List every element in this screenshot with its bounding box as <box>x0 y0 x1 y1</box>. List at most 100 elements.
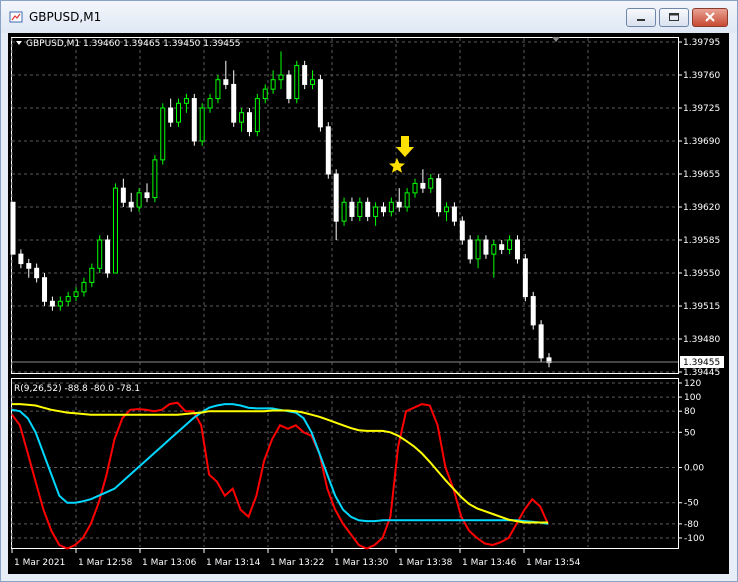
candle <box>270 70 276 94</box>
time-label: 1 Mar 13:30 <box>334 558 389 568</box>
time-label: 1 Mar 12:58 <box>78 558 133 568</box>
candle <box>246 108 252 137</box>
minimize-icon <box>637 19 645 21</box>
candle <box>522 254 528 302</box>
candle <box>144 183 150 203</box>
time-label: 1 Mar 13:38 <box>398 558 453 568</box>
time-label: 1 Mar 13:46 <box>462 558 517 568</box>
candle <box>128 192 134 212</box>
price-label: 1.39795 <box>683 38 720 48</box>
candle <box>57 296 63 311</box>
price-label: 1.39550 <box>683 269 720 279</box>
candle <box>34 263 40 283</box>
time-label: 1 Mar 13:54 <box>526 558 581 568</box>
candle <box>191 93 197 146</box>
time-axis: 1 Mar 2021 1 Mar 12:58 1 Mar 13:06 1 Mar 13… <box>11 549 581 568</box>
candle <box>444 202 450 222</box>
price-label: 1.39760 <box>683 71 720 81</box>
candle <box>365 197 371 222</box>
indicator-line-mid <box>11 403 549 525</box>
candle <box>42 273 48 306</box>
candle <box>231 70 237 127</box>
indicator-line-slow <box>12 403 548 524</box>
candle <box>483 235 489 259</box>
window-title: GBPUSD,M1 <box>29 10 102 24</box>
candle <box>333 169 339 240</box>
candle <box>546 353 552 368</box>
candle <box>73 287 79 302</box>
candle <box>215 75 221 104</box>
candle <box>65 291 71 306</box>
candle <box>380 202 386 217</box>
chart-collapse-icon[interactable] <box>16 41 22 45</box>
candle <box>10 201 16 255</box>
indicator-scale-label: 80 <box>684 407 696 417</box>
current-price-label: 1.39455 <box>683 358 720 368</box>
candle <box>294 60 300 104</box>
maximize-button[interactable] <box>659 8 689 27</box>
candle <box>105 235 111 278</box>
indicator-scale-label: 0.00 <box>684 464 704 474</box>
candle <box>420 169 426 193</box>
indicator-scale-label: -50 <box>684 499 699 509</box>
candle <box>168 98 174 127</box>
candle <box>89 263 95 288</box>
candle <box>388 197 394 217</box>
indicator-axis: 120 100 80 50 0.00 -50 -80 -100 <box>678 379 705 544</box>
time-label: 1 Mar 13:22 <box>270 558 324 568</box>
candle <box>97 235 103 273</box>
candle <box>239 108 245 132</box>
candle <box>176 98 182 127</box>
candle <box>428 174 434 193</box>
candle <box>436 174 442 217</box>
candle <box>507 235 513 255</box>
candle <box>491 240 497 278</box>
candle <box>349 197 355 222</box>
candle <box>278 51 284 90</box>
time-label: 1 Mar 13:06 <box>142 558 197 568</box>
price-label: 1.39690 <box>683 137 720 147</box>
candle <box>373 202 379 226</box>
close-button[interactable] <box>692 8 728 27</box>
candle <box>357 197 363 222</box>
chart-window-icon <box>9 11 23 23</box>
time-label: 1 Mar 2021 <box>14 558 65 568</box>
price-axis: 1.39795 1.39760 1.39725 1.39690 1.39655 1.396… <box>678 38 720 378</box>
candle <box>310 70 316 90</box>
candle <box>136 188 142 212</box>
indicator-scale-label: 50 <box>684 428 696 438</box>
title-bar[interactable]: GBPUSD,M1 <box>1 1 737 33</box>
arrow-down-icon <box>396 136 414 157</box>
price-label: 1.39515 <box>683 302 720 312</box>
candle <box>451 202 457 226</box>
main-chart-header: GBPUSD,M1 1.39460 1.39465 1.39450 1.3945… <box>26 39 240 49</box>
candle <box>538 320 544 363</box>
price-label: 1.39655 <box>683 170 720 180</box>
indicator-grid <box>11 382 678 547</box>
candle <box>112 183 118 274</box>
candle <box>412 178 418 198</box>
candle <box>262 84 268 104</box>
indicator-line-fast <box>11 401 549 550</box>
candle <box>199 103 205 146</box>
candle <box>396 188 402 212</box>
candle <box>120 178 126 207</box>
indicator-scale-label: -80 <box>684 520 699 530</box>
maximize-icon <box>669 13 679 21</box>
candle <box>317 75 323 132</box>
minimize-button[interactable] <box>626 8 656 27</box>
indicator-scale-label: -100 <box>684 534 705 544</box>
candle <box>475 235 481 269</box>
chart-shift-marker[interactable] <box>552 37 560 42</box>
candle <box>152 155 158 203</box>
candle <box>207 93 213 113</box>
candle <box>530 291 536 330</box>
indicator-scale-label: 120 <box>684 379 701 389</box>
candle <box>81 277 87 297</box>
close-icon <box>705 12 715 22</box>
indicator-lines <box>11 401 549 550</box>
chart-area[interactable]: 1.39795 1.39760 1.39725 1.39690 1.39655 1.396… <box>8 33 729 574</box>
star-icon <box>389 158 405 173</box>
indicator-scale-label: 100 <box>684 393 701 403</box>
candlesticks <box>10 51 552 368</box>
